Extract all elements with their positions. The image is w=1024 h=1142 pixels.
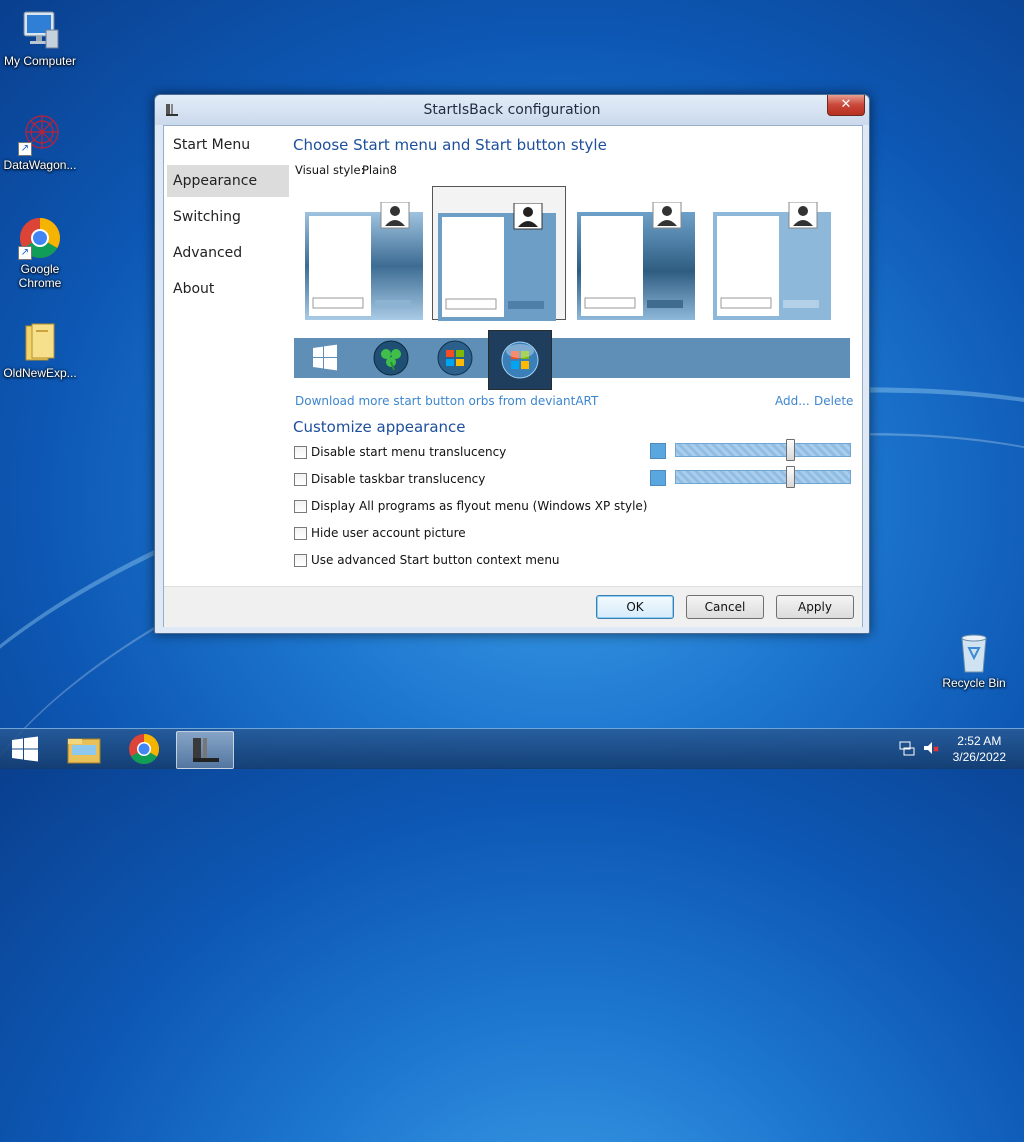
cancel-button[interactable]: Cancel (686, 595, 764, 619)
volume-muted-icon[interactable] (922, 739, 940, 757)
desktop-icon-datawagon[interactable]: ↗ DataWagon... (0, 112, 80, 172)
desktop-icon-google-chrome[interactable]: ↗ Google Chrome (0, 216, 80, 290)
folder-icon (67, 738, 101, 764)
style-tile-3[interactable] (572, 186, 704, 320)
checkbox[interactable] (294, 446, 307, 459)
add-orb-link[interactable]: Add... (775, 394, 810, 408)
datawagon-icon: ↗ (18, 112, 62, 156)
clock-time: 2:52 AM (957, 734, 1002, 748)
clock-date: 3/26/2022 (952, 750, 1006, 764)
orb-clover[interactable] (360, 338, 422, 378)
visual-style-value: Plain8 (362, 163, 397, 177)
desktop-icon-recycle-bin[interactable]: Recycle Bin (934, 630, 1014, 690)
startisback-app-icon (193, 738, 219, 762)
chrome-icon (129, 734, 160, 765)
taskbar-translucency-slider[interactable] (675, 466, 851, 488)
shortcut-arrow-icon: ↗ (18, 246, 32, 260)
start-menu-translucency-slider[interactable] (675, 439, 851, 461)
style-tile-2-selected[interactable] (432, 186, 566, 321)
option-label: Display All programs as flyout menu (Win… (311, 499, 648, 513)
apply-button[interactable]: Apply (776, 595, 854, 619)
close-button[interactable]: ✕ (827, 95, 865, 116)
windows-logo-icon (313, 344, 337, 371)
download-orbs-link[interactable]: Download more start button orbs from dev… (295, 394, 598, 408)
network-icon[interactable] (898, 739, 916, 757)
slider-thumb[interactable] (786, 439, 795, 461)
slider-thumb[interactable] (786, 466, 795, 488)
startisback-config-window: StartIsBack configuration ✕ Start Menu A… (154, 94, 870, 634)
delete-orb-link[interactable]: Delete (814, 394, 853, 408)
taskbar-chrome[interactable] (116, 731, 172, 767)
checkbox[interactable] (294, 554, 307, 567)
start-menu-style-preview (577, 202, 695, 320)
style-section-title: Choose Start menu and Start button style (293, 136, 607, 154)
start-orb-selector (294, 330, 850, 390)
orb-windows8[interactable] (294, 338, 356, 378)
nav-item-advanced[interactable]: Advanced (167, 237, 289, 269)
style-tile-1[interactable] (300, 186, 432, 320)
windows7-orb-icon (437, 340, 473, 376)
customize-section-title: Customize appearance (293, 418, 466, 436)
desktop-icon-label: My Computer (3, 54, 77, 68)
desktop-icon-label: DataWagon... (3, 158, 77, 172)
option-label: Disable taskbar translucency (311, 472, 486, 486)
start-menu-color-swatch[interactable] (650, 443, 666, 459)
start-menu-style-preview (305, 202, 423, 320)
start-menu-style-preview (438, 203, 556, 321)
windows7-orb-icon (501, 341, 539, 379)
system-clock[interactable]: 2:52 AM 3/26/2022 (953, 733, 1006, 765)
desktop-icon-label: Google Chrome (18, 262, 62, 290)
checkbox[interactable] (294, 527, 307, 540)
nav-item-appearance[interactable]: Appearance (167, 165, 289, 197)
dialog-footer: OK Cancel Apply (164, 586, 862, 627)
ok-button[interactable]: OK (596, 595, 674, 619)
title-bar[interactable]: StartIsBack configuration ✕ (155, 95, 869, 125)
nav-item-about[interactable]: About (167, 273, 289, 305)
desktop-icon-label: Recycle Bin (942, 676, 1006, 690)
checkbox[interactable] (294, 473, 307, 486)
desktop-icon-my-computer[interactable]: My Computer (0, 8, 80, 68)
close-icon: ✕ (840, 97, 852, 112)
window-title: StartIsBack configuration (423, 102, 601, 118)
desktop-icon-oldnewexplorer[interactable]: OldNewExp... (0, 320, 80, 380)
desktop-icon-label: OldNewExp... (3, 366, 77, 380)
start-menu-style-preview (713, 202, 831, 320)
taskbar-startisback[interactable] (176, 731, 234, 769)
taskbar: 2:52 AM 3/26/2022 (0, 728, 1024, 769)
visual-style-label: Visual style: (295, 163, 365, 177)
start-button[interactable] (0, 731, 56, 767)
windows-logo-icon (12, 736, 38, 762)
style-tile-4[interactable] (708, 186, 840, 320)
checkbox[interactable] (294, 500, 307, 513)
option-label: Hide user account picture (311, 526, 466, 540)
orb-windows7-classic[interactable] (424, 338, 486, 378)
folder-icon (18, 320, 62, 364)
recycle-bin-icon (952, 630, 996, 674)
chrome-icon: ↗ (18, 216, 62, 260)
option-label: Use advanced Start button context menu (311, 553, 560, 567)
computer-icon (18, 8, 62, 52)
sidebar-nav: Start Menu Appearance Switching Advanced… (164, 126, 292, 586)
nav-item-start-menu[interactable]: Start Menu (167, 129, 289, 161)
nav-item-switching[interactable]: Switching (167, 201, 289, 233)
clover-orb-icon (373, 340, 409, 376)
orb-windows7-selected[interactable] (488, 330, 552, 390)
option-label: Disable start menu translucency (311, 445, 507, 459)
shortcut-arrow-icon: ↗ (18, 142, 32, 156)
taskbar-file-explorer[interactable] (56, 731, 112, 767)
window-client: Start Menu Appearance Switching Advanced… (163, 125, 863, 627)
taskbar-color-swatch[interactable] (650, 470, 666, 486)
